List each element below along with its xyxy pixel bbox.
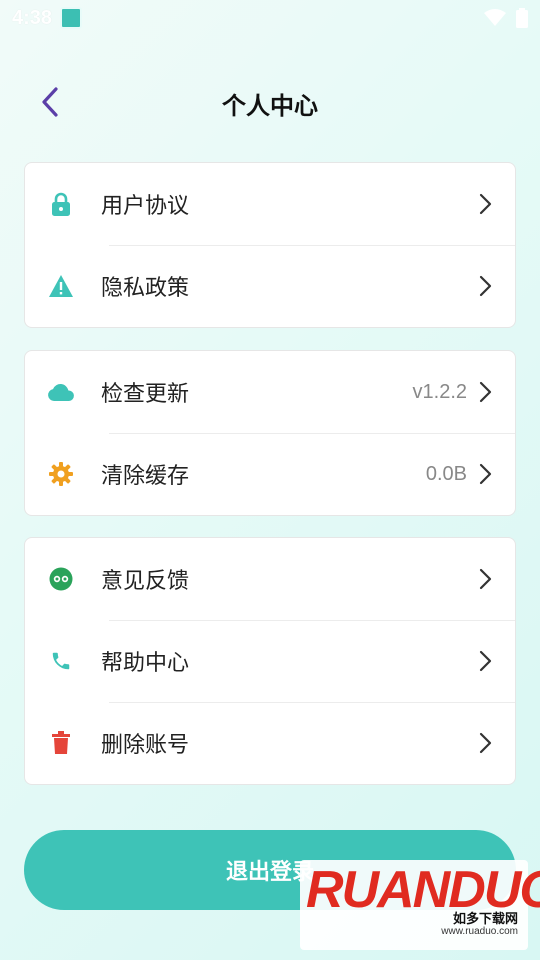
phone-icon [47,647,75,675]
status-bar: 4:38 [0,0,540,36]
gear-icon [47,460,75,488]
settings-group-app: 检查更新 v1.2.2 清除缓存 0.0B [24,350,516,516]
chevron-right-icon [473,567,497,591]
menu-item-feedback[interactable]: 意见反馈 [25,538,515,620]
menu-item-label: 帮助中心 [101,651,190,676]
menu-item-user-agreement[interactable]: 用户协议 [25,163,515,245]
cache-size-value: 0.0B [425,462,467,485]
notification-icon [60,7,83,29]
feedback-icon [47,565,75,593]
menu-item-label: 用户协议 [101,194,190,219]
menu-item-label: 隐私政策 [101,276,190,301]
watermark: RUANDUO 如多下载网 www.ruaduo.com [300,860,540,950]
settings-group-legal: 用户协议 隐私政策 [24,162,516,328]
menu-item-privacy-policy[interactable]: 隐私政策 [25,245,515,327]
chevron-right-icon [473,731,497,755]
status-icons [484,8,528,28]
menu-item-label: 意见反馈 [101,569,190,594]
menu-item-label: 删除账号 [101,733,190,758]
chevron-right-icon [473,462,497,486]
cloud-icon [47,378,75,406]
warning-icon [47,272,75,300]
chevron-right-icon [473,380,497,404]
menu-item-delete-account[interactable]: 删除账号 [25,702,515,784]
watermark-subtitle: 如多下载网 [452,912,518,927]
lock-icon [47,190,75,218]
watermark-url: www.ruaduo.com [441,926,518,937]
chevron-right-icon [473,649,497,673]
menu-item-help-center[interactable]: 帮助中心 [25,620,515,702]
version-value: v1.2.2 [412,380,467,403]
status-time: 4:38 [12,6,53,29]
menu-item-label: 清除缓存 [101,464,190,489]
header: 个人中心 [0,70,540,134]
battery-icon [516,8,528,28]
trash-icon [47,729,75,757]
menu-item-check-update[interactable]: 检查更新 v1.2.2 [25,351,515,433]
page-title: 个人中心 [222,92,318,120]
settings-group-support: 意见反馈 帮助中心 删除账号 [24,537,516,785]
chevron-right-icon [473,192,497,216]
menu-item-label: 检查更新 [101,382,190,407]
chevron-right-icon [473,274,497,298]
menu-item-clear-cache[interactable]: 清除缓存 0.0B [25,433,515,515]
wifi-icon [484,9,506,26]
